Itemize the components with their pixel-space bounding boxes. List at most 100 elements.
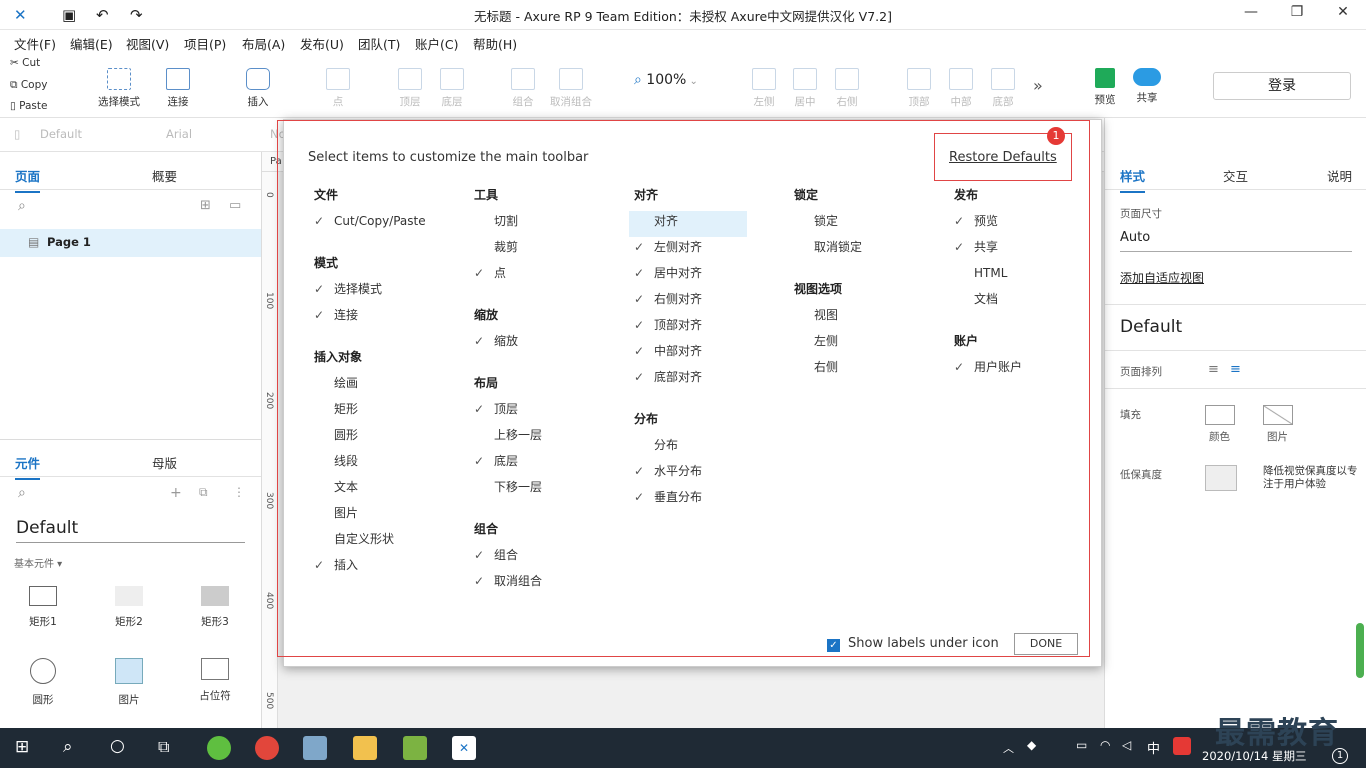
category-label[interactable]: 基本元件 ▾ [14,555,62,570]
menu-edit[interactable]: 编辑(E) [70,34,113,53]
insert-button[interactable]: 插入 [238,68,278,109]
chrome-icon[interactable] [255,736,279,760]
tab-style[interactable]: 样式 [1120,166,1146,193]
toolbar-option[interactable]: ✓ 居中对齐 [629,263,789,289]
toolbar-option[interactable]: 取消锁定 [789,237,949,263]
zoom-control[interactable]: ⌕ 100% ⌄ [634,72,698,88]
paste-button[interactable]: ▯ Paste [10,100,47,112]
align-left-button[interactable]: 左侧 [744,68,784,109]
toolbar-option[interactable]: ✓ 点 [469,263,629,289]
toolbar-option[interactable]: ✓ 水平分布 [629,461,789,487]
toolbar-option[interactable]: ✓ Cut/Copy/Paste [309,211,469,237]
copy-button[interactable]: ⧉ Copy [10,79,47,92]
restore-defaults-link[interactable]: Restore Defaults [949,150,1057,165]
toolbar-option[interactable]: ✓ 顶层 [469,399,629,425]
toolbar-option[interactable]: 上移一层 [469,425,629,451]
toolbar-option[interactable]: 左侧 [789,331,949,357]
scrollbar[interactable] [1356,623,1364,678]
toolbar-option[interactable]: 圆形 [309,425,469,451]
align-bottom-button[interactable]: 底部 [983,68,1023,109]
app-icon[interactable] [403,736,427,760]
task-view-icon[interactable]: ⧉ [158,737,169,757]
low-fidelity-toggle[interactable] [1205,465,1237,491]
align-middle-button[interactable]: 中部 [941,68,981,109]
page-size-select[interactable]: Auto [1120,230,1352,252]
menu-help[interactable]: 帮助(H) [473,34,517,53]
toolbar-option[interactable]: ✓ 预览 [949,211,1109,237]
preview-button[interactable]: 预览 [1085,68,1125,107]
cut-button[interactable]: ✂ Cut [10,57,40,69]
chevron-up-icon[interactable]: ︿ [1003,740,1014,756]
toolbar-option[interactable]: 文本 [309,477,469,503]
wifi-icon[interactable]: ◠ [1100,738,1110,752]
fill-image-swatch[interactable] [1263,405,1293,425]
toolbar-option[interactable]: ✓ 底层 [469,451,629,477]
add-adaptive-view-link[interactable]: 添加自适应视图 [1120,269,1204,286]
windows-start-icon[interactable]: ⊞ [15,737,29,757]
toolbar-option[interactable]: ✓ 连接 [309,305,469,331]
toolbar-option[interactable]: 自定义形状 [309,529,469,555]
align-left-icon[interactable]: ≡ [1208,362,1219,377]
plus-icon[interactable]: + [170,485,182,501]
menu-project[interactable]: 项目(P) [184,34,226,53]
more-icon[interactable]: ⋮ [233,485,245,499]
select-mode-button[interactable]: 选择模式 [96,68,142,109]
ime-indicator[interactable]: 中 [1147,738,1160,757]
toolbar-option[interactable]: ✓ 组合 [469,545,629,571]
folder-icon[interactable] [353,736,377,760]
toolbar-option[interactable]: 绘画 [309,373,469,399]
tab-widgets[interactable]: 元件 [15,453,41,480]
cortana-icon[interactable]: ○ [110,736,125,756]
font-selector[interactable]: Arial [166,127,192,141]
library-selector[interactable]: Default [16,518,245,543]
widget-rect2[interactable]: 矩形2 [99,586,159,629]
tab-interaction[interactable]: 交互 [1223,166,1248,185]
toolbar-option[interactable]: ✓ 左侧对齐 [629,237,789,263]
login-button[interactable]: 登录 [1213,72,1351,100]
menu-account[interactable]: 账户(C) [415,34,458,53]
widget-rect3[interactable]: 矩形3 [185,586,245,629]
menu-publish[interactable]: 发布(U) [300,34,344,53]
folder-icon[interactable]: ▭ [229,198,241,213]
notification-bell-icon[interactable]: ◆ [1027,738,1036,752]
more-chevron-icon[interactable]: » [1033,76,1043,95]
search-icon[interactable]: ⌕ [63,737,73,757]
page-item[interactable]: ▤ Page 1 [0,229,261,257]
ungroup-button[interactable]: 取消组合 [548,68,594,109]
sogou-icon[interactable] [1173,737,1191,755]
toolbar-option[interactable]: 分布 [629,435,789,461]
toolbar-option[interactable]: 切割 [469,211,629,237]
search-icon[interactable]: ⌕ [18,485,26,501]
toolbar-option[interactable]: ✓ 右侧对齐 [629,289,789,315]
fill-color-swatch[interactable] [1205,405,1235,425]
widget-rect1[interactable]: 矩形1 [13,586,73,629]
tab-outline[interactable]: 概要 [152,166,177,185]
group-button[interactable]: 组合 [503,68,543,109]
menu-view[interactable]: 视图(V) [126,34,169,53]
toolbar-option[interactable]: 下移一层 [469,477,629,503]
toolbar-option[interactable]: ✓ 选择模式 [309,279,469,305]
toolbar-option[interactable]: ✓ 底部对齐 [629,367,789,393]
axure-icon[interactable]: ✕ [452,736,476,760]
toolbar-option[interactable]: ✓ 顶部对齐 [629,315,789,341]
toolbar-option[interactable]: ✓ 取消组合 [469,571,629,597]
toolbar-option[interactable]: ✓ 共享 [949,237,1109,263]
connect-button[interactable]: 连接 [158,68,198,109]
share-button[interactable]: 共享 [1127,68,1167,105]
toolbar-option[interactable]: 矩形 [309,399,469,425]
toolbar-option[interactable]: 裁剪 [469,237,629,263]
toolbar-option[interactable]: ✓ 中部对齐 [629,341,789,367]
app-icon[interactable] [207,736,231,760]
toolbar-option[interactable]: ✓ 用户账户 [949,357,1109,383]
toolbar-option[interactable]: 图片 [309,503,469,529]
point-button[interactable]: 点 [318,68,358,109]
toolbar-option[interactable]: HTML [949,263,1109,289]
tab-masters[interactable]: 母版 [152,453,177,472]
app-icon[interactable] [303,736,327,760]
toolbar-option[interactable]: 线段 [309,451,469,477]
minimize-icon[interactable]: — [1236,4,1266,20]
menu-layout[interactable]: 布局(A) [242,34,285,53]
show-labels-checkbox[interactable]: ✓ Show labels under icon [827,636,999,652]
widget-image[interactable]: 图片 [99,658,159,707]
toolbar-option[interactable]: ✓ 插入 [309,555,469,581]
